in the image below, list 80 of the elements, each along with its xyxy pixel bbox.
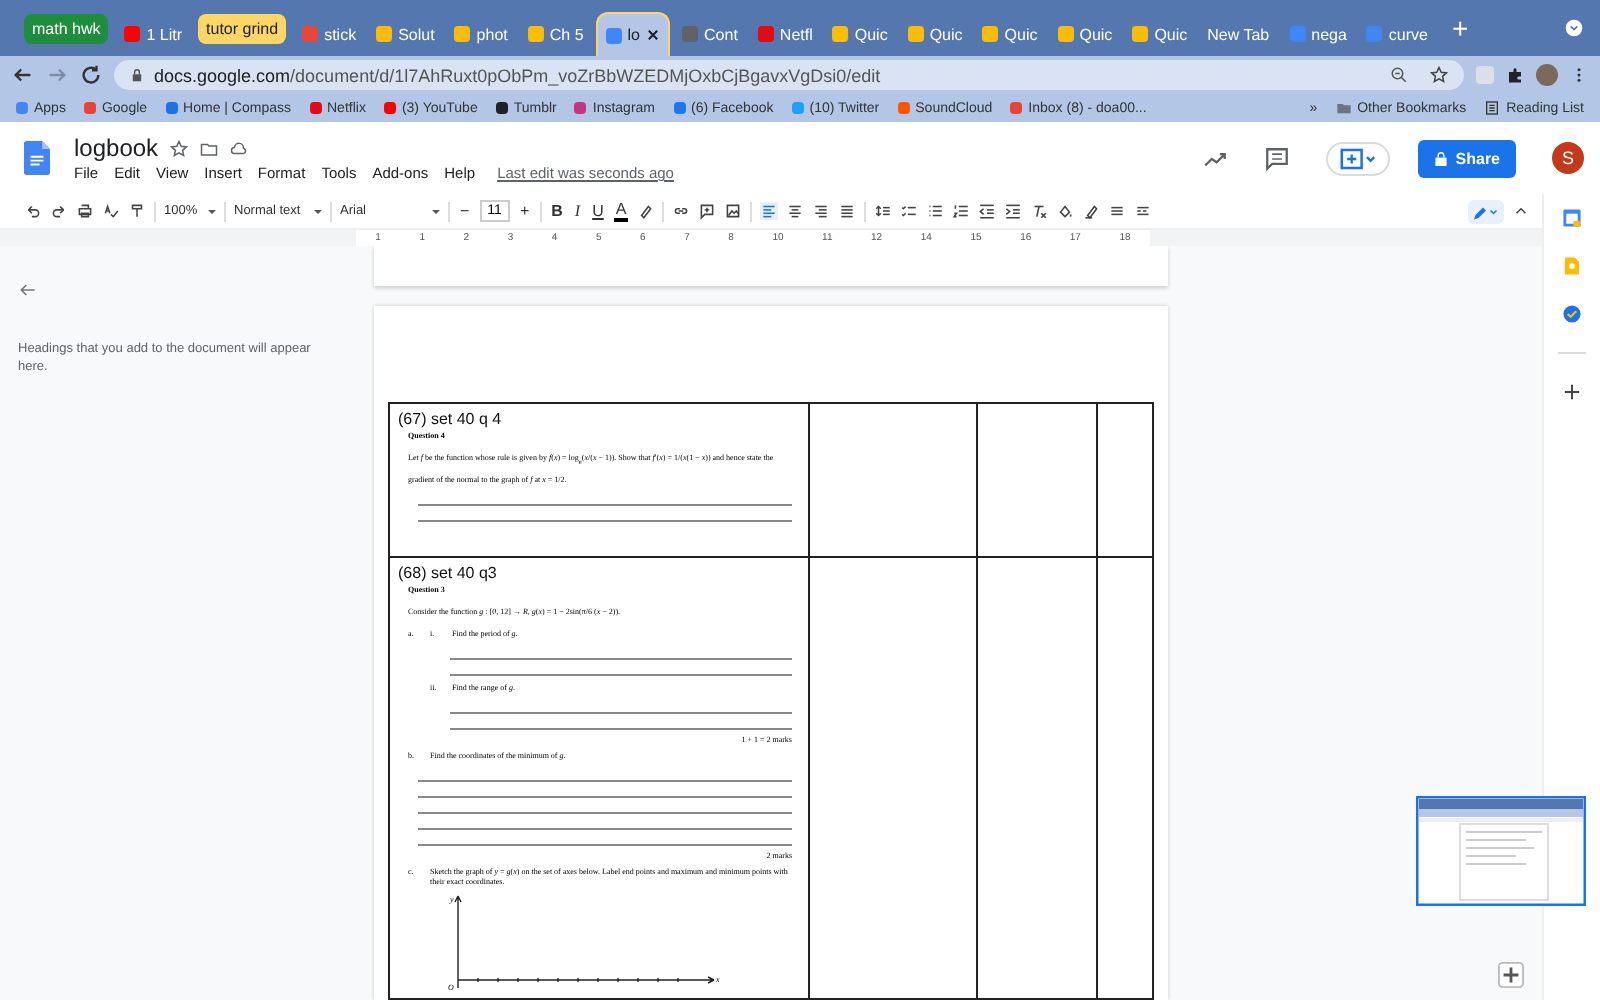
add-icon[interactable]	[1562, 382, 1582, 402]
border-dash-icon[interactable]	[1134, 202, 1153, 220]
decrease-size-button[interactable]: −	[458, 202, 472, 220]
highlighter-icon[interactable]	[1082, 202, 1101, 220]
highlighter-icon[interactable]	[636, 202, 655, 220]
print-icon[interactable]	[76, 202, 94, 220]
zoom-icon[interactable]	[1390, 66, 1408, 84]
browser-tab[interactable]: Cont	[674, 12, 746, 56]
user-avatar[interactable]: S	[1552, 142, 1584, 174]
browser-tab[interactable]: Quic	[1124, 12, 1196, 56]
increase-size-button[interactable]: +	[517, 202, 532, 220]
present-icon	[1339, 147, 1376, 169]
editing-mode-icon[interactable]	[1468, 199, 1504, 223]
undo-icon[interactable]	[24, 202, 42, 220]
border-icon[interactable]	[1108, 202, 1127, 220]
align-icon[interactable]	[760, 202, 779, 220]
browser-tab[interactable]: 1 Litr	[116, 12, 191, 56]
star-icon[interactable]	[170, 139, 189, 157]
browser-tab[interactable]: Solut	[368, 12, 443, 56]
browser-tab[interactable]: lo	[595, 12, 671, 56]
document-title[interactable]: logbook	[74, 134, 159, 162]
question-heading: (68) set 40 q3	[398, 563, 499, 582]
decrease-indent-icon[interactable]	[978, 202, 997, 220]
new-tab-button[interactable]: +	[1439, 12, 1481, 44]
browser-tab[interactable]: Quic	[824, 12, 896, 56]
browser-tab[interactable]: curve	[1358, 12, 1436, 56]
numbered-list-icon[interactable]	[952, 202, 971, 220]
spellcheck-icon[interactable]	[102, 202, 120, 220]
avatar-placeholder[interactable]	[1536, 64, 1558, 86]
fill-color-icon[interactable]	[1056, 202, 1075, 220]
back-arrow-icon[interactable]	[18, 280, 38, 300]
browser-tab[interactable]: Ch 5	[519, 12, 592, 56]
calendar-icon[interactable]	[1562, 208, 1582, 228]
folder-icon[interactable]	[200, 139, 219, 157]
browser-tab[interactable]: Quic	[1049, 12, 1121, 56]
browser-tab[interactable]: New Tab	[1199, 12, 1278, 56]
tab-group-label[interactable]: tutor grind	[198, 13, 287, 43]
format-button[interactable]: B	[549, 202, 565, 220]
image-icon[interactable]	[724, 202, 743, 220]
window-preview-drawing[interactable]	[1416, 796, 1586, 906]
puzzle-icon[interactable]	[1506, 66, 1524, 84]
lock-icon	[1433, 151, 1448, 165]
share-button[interactable]: Share	[1417, 139, 1516, 177]
docs-logo-icon[interactable]	[24, 140, 50, 176]
bookmark-star-icon[interactable]	[1430, 66, 1448, 84]
present-button[interactable]	[1325, 141, 1390, 175]
tab-group-label[interactable]: math hwk	[24, 13, 109, 43]
reload-icon[interactable]	[80, 64, 102, 86]
line-spacing-icon[interactable]	[874, 202, 893, 220]
browser-tab[interactable]: Quic	[899, 12, 971, 56]
folder-icon	[1335, 100, 1352, 116]
back-icon[interactable]	[12, 64, 34, 86]
increase-indent-icon[interactable]	[1004, 202, 1023, 220]
checklist-icon[interactable]	[900, 202, 919, 220]
align-icon[interactable]	[838, 202, 857, 220]
browser-tab[interactable]: nega	[1281, 12, 1355, 56]
comment-icon[interactable]	[698, 202, 717, 220]
tab-search-icon[interactable]	[1564, 18, 1584, 38]
format-button[interactable]: U	[590, 202, 606, 220]
question-heading: (67) set 40 q 4	[398, 409, 504, 428]
clear-formatting-icon[interactable]	[1030, 202, 1049, 220]
explore-icon[interactable]	[1498, 962, 1524, 988]
browser-tab[interactable]: Netfl	[749, 12, 821, 56]
close-icon[interactable]	[646, 28, 661, 42]
browser-tab[interactable]: stick	[294, 12, 365, 56]
align-icon[interactable]	[786, 202, 805, 220]
tasks-icon[interactable]	[1562, 304, 1582, 324]
comment-icon[interactable]	[1263, 145, 1290, 171]
paint-format-icon[interactable]	[128, 202, 146, 220]
address-bar[interactable]: docs.google.com/document/d/1l7AhRuxt0pObPm_voZrBbWZEDMjOxbCjBgavxVgDsi0/edit	[114, 60, 1464, 90]
format-button[interactable]: A	[613, 200, 629, 222]
align-icon[interactable]	[812, 202, 831, 220]
browser-tab[interactable]: phot	[446, 12, 516, 56]
cloud-icon[interactable]	[230, 139, 249, 157]
redo-icon[interactable]	[50, 202, 68, 220]
link-icon[interactable]	[672, 202, 691, 220]
lock-icon	[130, 68, 144, 82]
reading-list-icon	[1484, 100, 1501, 116]
format-button[interactable]: I	[572, 202, 583, 220]
browser-tab[interactable]: Quic	[974, 12, 1046, 56]
